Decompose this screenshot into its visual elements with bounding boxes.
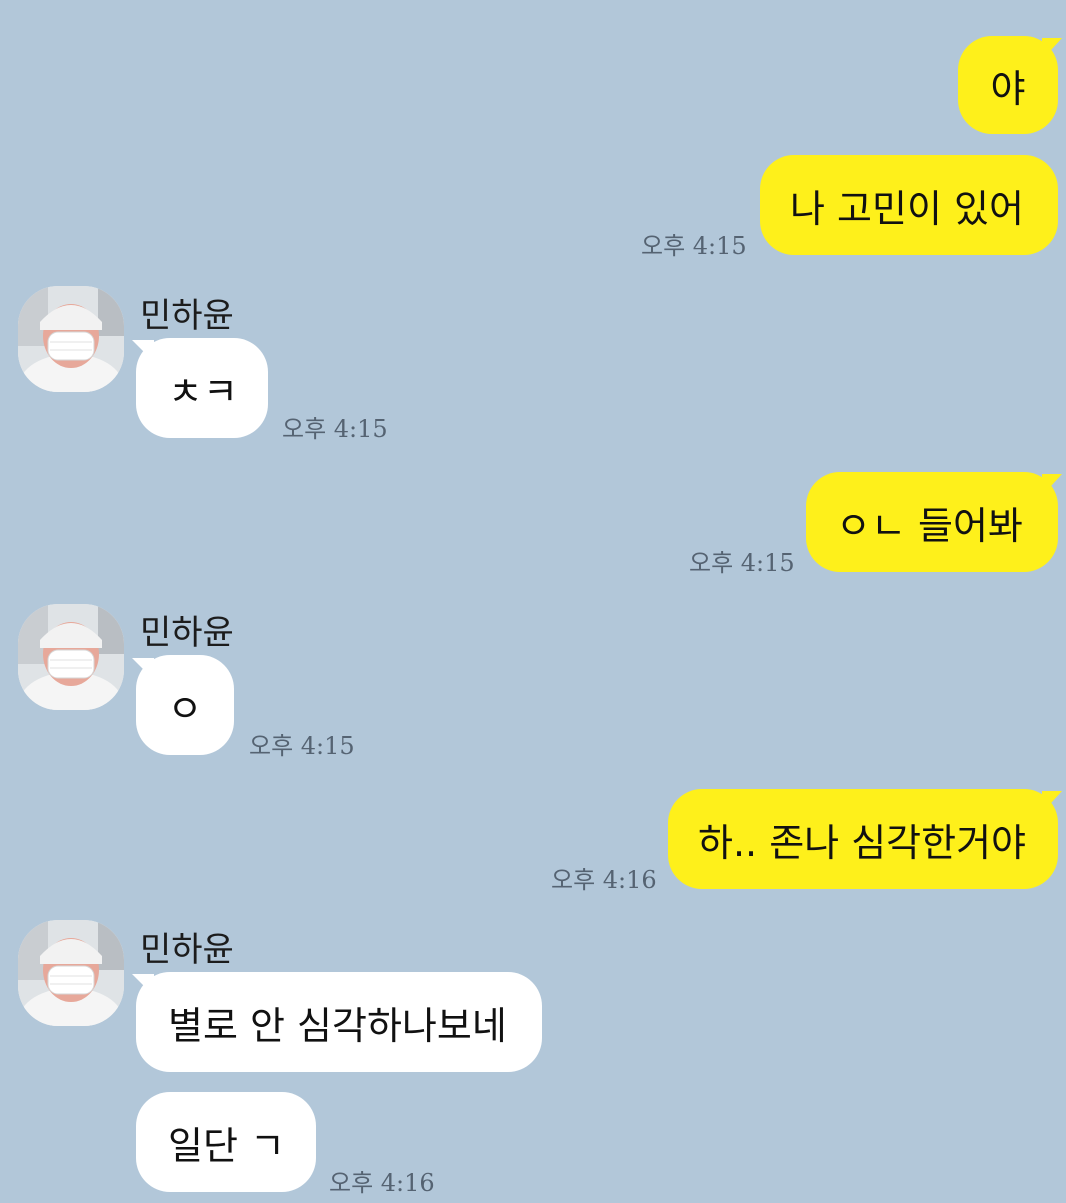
message-text: 별로 안 심각하나보네 [168, 1003, 507, 1048]
message-text: 일단 ㄱ [168, 1123, 285, 1168]
bubble-tail [1042, 474, 1062, 496]
avatar[interactable] [18, 920, 124, 1026]
avatar[interactable] [18, 604, 124, 710]
message-text: 하.. 존나 심각한거야 [698, 820, 1026, 865]
their-message-bubble[interactable]: 별로 안 심각하나보네 [136, 972, 542, 1072]
avatar-image [18, 604, 124, 710]
avatar-image [18, 286, 124, 392]
message-timestamp: 오후 4:16 [329, 1169, 435, 1197]
message-text: ㅊㅋ [168, 369, 238, 414]
chat-room: 야 나 고민이 있어 오후 4:15 민하윤 ㅊㅋ 오후 4:15 ㅇㄴ 들어봐… [0, 0, 1066, 1203]
message-timestamp: 오후 4:15 [689, 549, 795, 577]
message-text: 야 [990, 66, 1026, 111]
their-message-bubble[interactable]: ㅇ [136, 655, 234, 755]
message-timestamp: 오후 4:15 [282, 415, 388, 443]
their-message-bubble[interactable]: 일단 ㄱ [136, 1092, 316, 1192]
sender-name: 민하윤 [140, 930, 234, 970]
bubble-tail [1042, 791, 1062, 813]
their-message-bubble[interactable]: ㅊㅋ [136, 338, 268, 438]
sender-name: 민하윤 [140, 613, 234, 653]
sender-name: 민하윤 [140, 296, 234, 336]
message-text: 나 고민이 있어 [790, 186, 1024, 231]
message-timestamp: 오후 4:15 [249, 732, 355, 760]
my-message-bubble[interactable]: ㅇㄴ 들어봐 [806, 472, 1058, 572]
message-timestamp: 오후 4:16 [551, 866, 657, 894]
avatar-image [18, 920, 124, 1026]
avatar[interactable] [18, 286, 124, 392]
message-text: ㅇ [167, 686, 203, 731]
bubble-tail [1042, 38, 1062, 60]
my-message-bubble[interactable]: 하.. 존나 심각한거야 [668, 789, 1058, 889]
message-timestamp: 오후 4:15 [641, 232, 747, 260]
message-text: ㅇㄴ 들어봐 [836, 503, 1023, 548]
my-message-bubble[interactable]: 나 고민이 있어 [760, 155, 1058, 255]
